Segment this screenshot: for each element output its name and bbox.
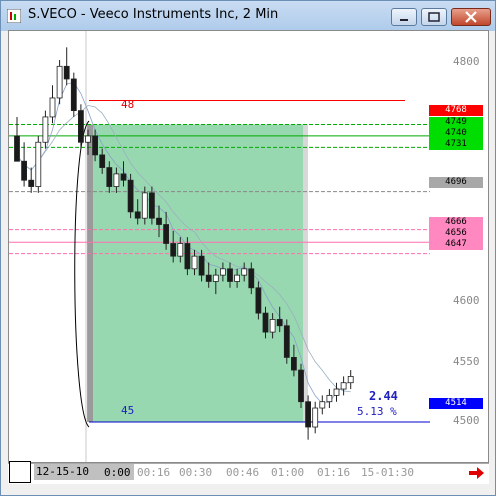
candle-body [212, 274, 219, 282]
window-title: S.VECO - Veeco Instruments Inc, 2 Min [28, 7, 279, 22]
price-label-gray: 4696 [429, 177, 483, 188]
candle-body [283, 325, 290, 358]
candle-body [127, 179, 134, 213]
x-tick-label: 0:00 [104, 466, 131, 479]
candle-body [21, 160, 28, 181]
candle-body [347, 375, 354, 384]
candle-body [319, 401, 326, 409]
scroll-right-arrow-icon[interactable] [467, 465, 485, 481]
x-tick-label: 00:46 [226, 466, 260, 479]
candle-body [70, 78, 77, 112]
candle-body [148, 192, 155, 219]
candle-body [269, 319, 276, 333]
candle-body [234, 274, 241, 282]
price-label-pink: 4656 [429, 228, 483, 239]
start-bar-count: 48 [121, 98, 135, 111]
candle-body [333, 388, 340, 396]
candle-body [305, 401, 312, 428]
price-label-green: 4749 [429, 117, 483, 128]
candle-body [35, 141, 42, 187]
candle-body [134, 211, 141, 219]
y-tick-label: 4550 [453, 355, 480, 368]
candle-body [340, 382, 347, 390]
move-points: 2.44 [369, 389, 398, 403]
close-button[interactable] [451, 8, 491, 26]
candle-body [198, 255, 205, 276]
candle-body [276, 319, 283, 327]
candle-body [219, 268, 226, 276]
candle-body [49, 97, 56, 118]
corner-box [9, 461, 31, 483]
candle-body [255, 287, 262, 314]
candle-body [290, 357, 297, 371]
x-tick-label: 15-01:30 [361, 466, 414, 479]
y-tick-label: 4500 [453, 414, 480, 427]
move-percent: 5.13 % [357, 405, 397, 418]
x-tick-label: 00:16 [137, 466, 171, 479]
candle-body [191, 255, 198, 270]
x-tick-label: 00:30 [179, 466, 213, 479]
y-tick-label: 4800 [453, 55, 480, 68]
maximize-icon [428, 12, 440, 22]
candle-body [92, 135, 98, 156]
candle-body [63, 65, 70, 80]
chart-app-icon [7, 9, 21, 23]
end-bar-count: 45 [121, 404, 135, 417]
zone-left-edge [87, 124, 94, 422]
price-label-red: 4768 [429, 105, 483, 116]
candle-body [205, 274, 212, 282]
app-window: S.VECO - Veeco Instruments Inc, 2 Min 48… [0, 0, 496, 496]
maximize-button[interactable] [421, 8, 447, 26]
candle-body [156, 217, 162, 225]
envelope-curve [74, 120, 90, 428]
candle-body [227, 268, 233, 282]
price-chart[interactable] [9, 31, 488, 462]
candle-body [326, 394, 333, 403]
candle-body [78, 110, 84, 143]
candle-body [106, 167, 113, 187]
candle-body [262, 312, 269, 333]
minimize-button[interactable] [391, 8, 417, 26]
candle-body [113, 173, 120, 187]
candle-body [298, 369, 304, 403]
candle-body [163, 224, 170, 244]
x-tick-label: 01:16 [317, 466, 351, 479]
candle-body [56, 65, 63, 99]
x-tick-label: 01:00 [271, 466, 305, 479]
candle-body [170, 243, 177, 257]
price-label-green: 4740 [429, 128, 483, 139]
candle-body [177, 243, 184, 257]
price-label-green: 4731 [429, 139, 483, 150]
close-icon [465, 11, 477, 23]
candle-body [28, 179, 35, 187]
candle-body [184, 243, 191, 270]
candle-body [99, 154, 106, 168]
candle-body [248, 268, 255, 289]
y-tick-label: 4600 [453, 294, 480, 307]
minimize-icon [400, 19, 408, 21]
price-label-pink: 4666 [429, 217, 483, 228]
candle-body [85, 135, 91, 143]
candle-body [241, 268, 248, 276]
candle-body [42, 116, 49, 143]
chart-area[interactable] [8, 30, 489, 463]
candle-body [312, 407, 319, 428]
candle-body [141, 192, 148, 219]
title-bar[interactable]: S.VECO - Veeco Instruments Inc, 2 Min [1, 1, 495, 31]
price-label-pink: 4647 [429, 239, 483, 250]
trade-zone [93, 124, 303, 422]
price-label-blue: 4514 [429, 398, 483, 409]
candle-body [120, 173, 127, 181]
candle-body [14, 135, 20, 162]
